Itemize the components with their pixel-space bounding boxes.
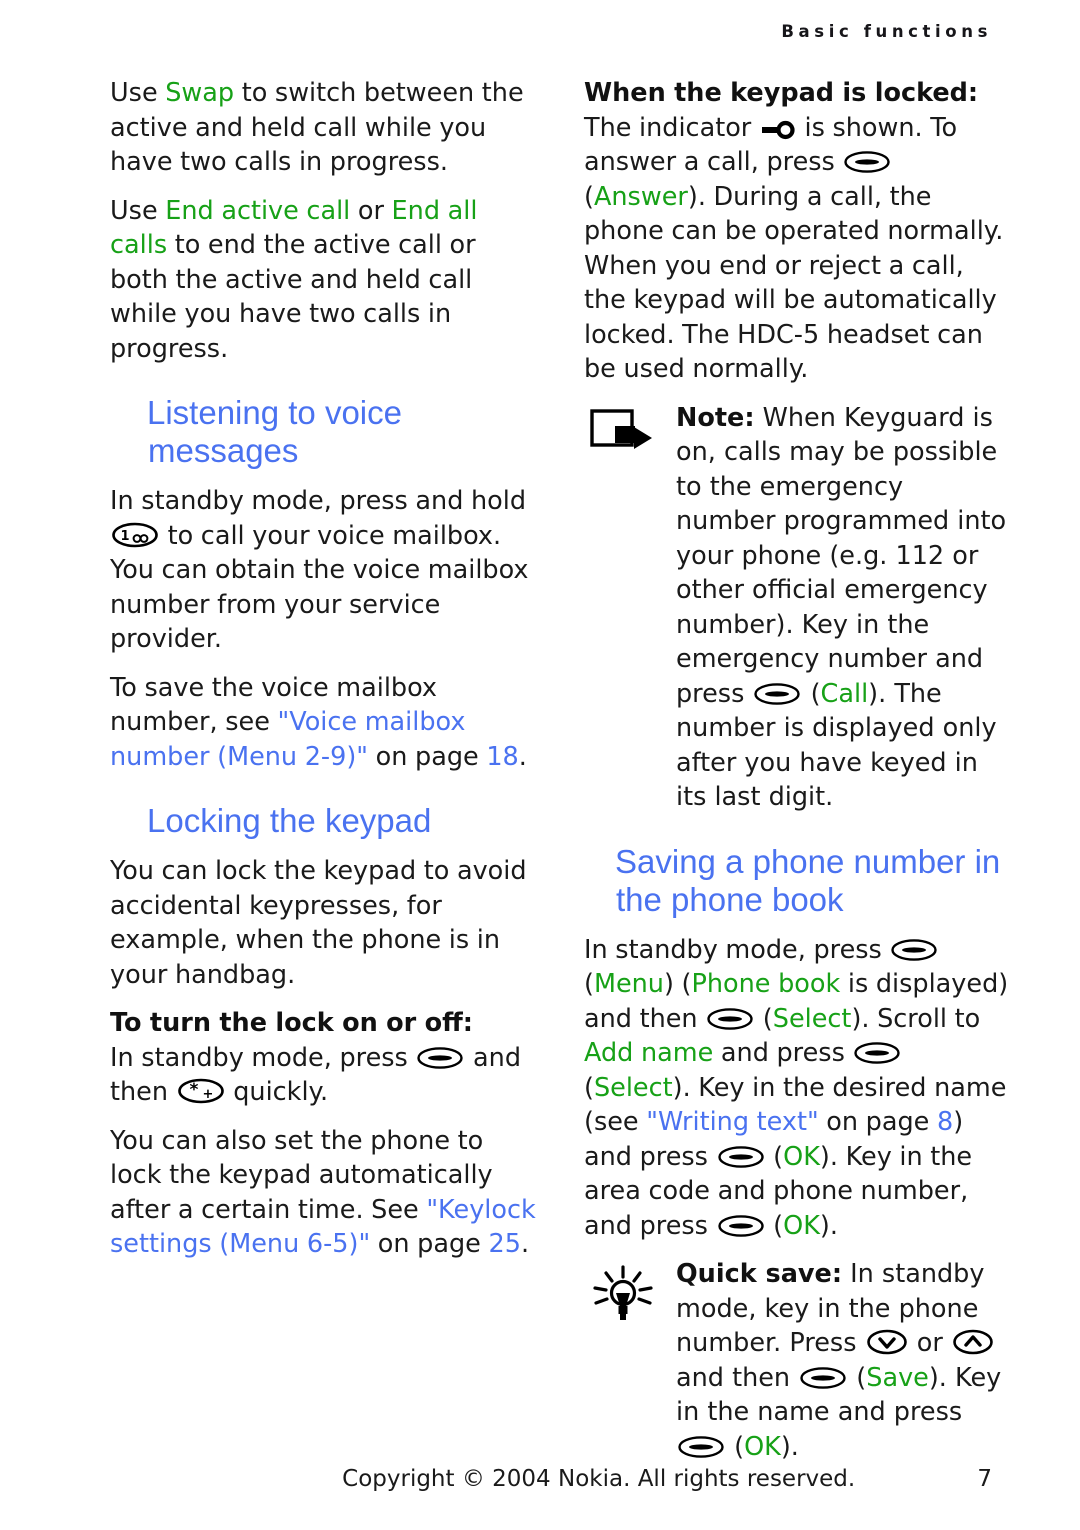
text-run: Use (110, 195, 166, 226)
text-run: The indicator (584, 112, 759, 143)
text-run: ( (848, 1362, 867, 1393)
heading-saving-a-phone-number: Saving a phone number in the phone book (615, 842, 1001, 918)
text-run: ). (780, 1431, 799, 1462)
note-callout: Note: When Keyguard is on, calls may be … (584, 401, 1010, 815)
subheading-label: To turn the lock on or off: (110, 1008, 473, 1038)
key-1-voicemail-icon: 1 (112, 522, 158, 548)
command-menu: Menu (593, 969, 664, 999)
text-run: quickly. (225, 1077, 329, 1107)
text-run: In standby mode, press (110, 1042, 416, 1073)
command-select: Select (593, 1072, 673, 1103)
command-save: Save (866, 1362, 929, 1393)
text-run: . (520, 1229, 530, 1259)
crossref-page-number[interactable]: 25 (488, 1229, 520, 1259)
paragraph-lock-how-to: In standby mode, press and then * + quick… (110, 1041, 536, 1110)
paragraph-save-phone-number-steps: In standby mode, press (Menu) (Phone boo… (584, 933, 1010, 1244)
text-run: on page (818, 1107, 937, 1137)
heading-listening-to-voice-messages: Listening to voice messages (147, 394, 402, 469)
note-text: Note: When Keyguard is on, calls may be … (676, 401, 1010, 815)
paragraph-voicemail-call: In standby mode, press and hold 1 to cal… (110, 484, 536, 657)
softkey-icon (754, 682, 801, 706)
crossref-page-number[interactable]: 18 (486, 742, 518, 772)
text-run: ( (755, 1003, 773, 1034)
softkey-icon (800, 1366, 846, 1390)
softkey-icon (417, 1046, 464, 1070)
text-run: ( (584, 969, 594, 999)
softkey-icon (844, 150, 891, 174)
command-ok: OK (783, 1210, 820, 1241)
running-header: Basic functions (781, 22, 992, 41)
crossref-writing-text[interactable]: "Writing text" (646, 1107, 818, 1137)
page-footer: Copyright © 2004 Nokia. All rights reser… (110, 1466, 992, 1492)
command-phone-book: Phone book (691, 969, 841, 999)
command-ok: OK (744, 1431, 781, 1462)
copyright-notice: Copyright © 2004 Nokia. All rights reser… (342, 1466, 856, 1492)
command-swap: Swap (165, 78, 235, 108)
command-answer: Answer (593, 181, 688, 212)
crossref-page-number[interactable]: 8 (937, 1107, 953, 1137)
text-run: ( (765, 1210, 784, 1241)
note-label: Note: (676, 402, 755, 433)
text-run: on page (370, 1229, 489, 1259)
command-add-name: Add name (584, 1038, 714, 1068)
text-run: or (350, 195, 392, 226)
command-call: Call (820, 678, 869, 709)
text-run: ( (584, 181, 594, 212)
softkey-icon (854, 1041, 901, 1065)
command-end-active-call: End active call (165, 195, 351, 226)
svg-text:*: * (189, 1080, 198, 1100)
manual-page: Basic functions Use Swap to switch betwe… (0, 0, 1080, 1530)
text-run: ( (726, 1431, 745, 1462)
subheading-label: When the keypad is locked: (584, 78, 979, 108)
note-arrow-icon (584, 401, 662, 815)
command-select: Select (772, 1003, 852, 1034)
subheading-when-keypad-locked: When the keypad is locked: (584, 76, 1010, 111)
page-number: 7 (977, 1466, 992, 1492)
svg-text:1: 1 (120, 529, 129, 544)
paragraph-keypad-locked-behaviour: The indicator is shown. To answer a call… (584, 111, 1010, 387)
text-run: Use (110, 78, 166, 108)
tip-label: Quick save: (676, 1259, 843, 1289)
subheading-turn-lock-on-off: To turn the lock on or off: (110, 1006, 536, 1041)
paragraph-save-voicemail-number: To save the voice mailbox number, see "V… (110, 671, 536, 775)
text-run: In standby mode, press and hold (110, 486, 527, 516)
softkey-icon (717, 1145, 764, 1169)
text-run: In standby mode, press (584, 934, 890, 965)
paragraph-swap: Use Swap to switch between the active an… (110, 76, 536, 180)
key-star-plus-icon: * + (177, 1078, 224, 1104)
softkey-icon (707, 1007, 753, 1031)
scroll-down-key-icon (866, 1329, 907, 1355)
paragraph-auto-lock: You can also set the phone to lock the k… (110, 1124, 536, 1262)
text-run: on page (368, 741, 487, 772)
keyguard-indicator-icon (761, 120, 795, 140)
text-run: ( (584, 1072, 594, 1103)
text-run: . (518, 741, 527, 772)
right-column: When the keypad is locked: The indicator… (584, 76, 1010, 1478)
text-run: ). Scroll to (851, 1003, 981, 1034)
text-run: ( (765, 1141, 784, 1172)
paragraph-lock-intro: You can lock the keypad to avoid acciden… (110, 856, 527, 990)
softkey-icon (717, 1214, 764, 1238)
left-column: Use Swap to switch between the active an… (110, 76, 536, 1478)
paragraph-end-calls: Use End active call or End all calls to … (110, 194, 536, 367)
text-run: and then (676, 1362, 799, 1393)
text-run: and press (713, 1038, 853, 1068)
softkey-icon (891, 938, 938, 962)
text-run: ) ( (663, 969, 692, 999)
page-columns: Use Swap to switch between the active an… (110, 76, 1010, 1478)
softkey-icon (678, 1435, 724, 1459)
lightbulb-tip-icon (584, 1257, 662, 1464)
svg-text:+: + (202, 1087, 213, 1102)
text-run: to call your voice mailbox. You can obta… (110, 520, 529, 655)
heading-locking-the-keypad: Locking the keypad (147, 802, 432, 839)
tip-callout: Quick save: In standby mode, key in the … (584, 1257, 1010, 1464)
text-run: When Keyguard is on, calls may be possib… (676, 402, 1007, 709)
text-run: ( (802, 678, 821, 709)
text-run: ). (819, 1210, 838, 1241)
scroll-up-key-icon (953, 1329, 993, 1355)
command-ok: OK (783, 1141, 820, 1172)
text-run: or (908, 1328, 951, 1358)
tip-text: Quick save: In standby mode, key in the … (676, 1257, 1010, 1464)
